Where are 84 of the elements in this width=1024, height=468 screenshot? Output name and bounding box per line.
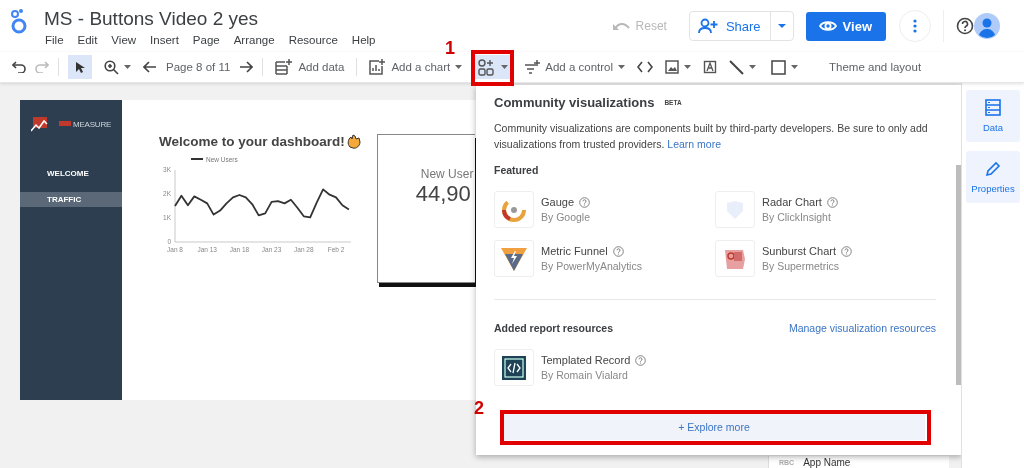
add-person-icon: [697, 18, 718, 34]
image-icon: [665, 60, 679, 74]
section-heading: Added report resources: [494, 322, 614, 334]
avatar-icon[interactable]: [974, 13, 1000, 39]
scorecard-label: New User: [419, 167, 474, 181]
logo-icon: [31, 116, 71, 132]
theme-and-layout-button[interactable]: Theme and layout: [826, 55, 925, 79]
learn-more-link[interactable]: Learn more: [667, 138, 722, 150]
visualization-thumbnail[interactable]: [494, 240, 534, 277]
funnel-icon: [500, 245, 528, 272]
share-button[interactable]: Share: [688, 11, 794, 41]
add-data-button[interactable]: Add data: [272, 55, 348, 79]
page-indicator: Page 8 of 11: [166, 61, 231, 73]
step-number: 2: [474, 398, 484, 419]
caret-icon: [684, 65, 691, 69]
menu-item[interactable]: Help: [351, 34, 376, 46]
next-page-icon[interactable]: [239, 61, 254, 73]
hand-icon: [346, 134, 361, 149]
visualization-thumbnail[interactable]: [494, 349, 534, 386]
logo-text: MEASURE: [73, 119, 112, 129]
menu-item[interactable]: Resource: [288, 34, 338, 46]
square-icon: [771, 59, 786, 75]
visualization-name[interactable]: Sunburst Chart: [762, 245, 836, 257]
nav-item[interactable]: WELCOME: [20, 166, 122, 181]
pointer-icon: [75, 60, 85, 74]
menu-item[interactable]: View: [111, 34, 137, 46]
visualization-thumbnail[interactable]: [715, 240, 755, 277]
line-icon: [729, 59, 744, 75]
visualization-name[interactable]: Gauge: [541, 196, 575, 208]
manage-resources-link[interactable]: Manage visualization resources: [788, 322, 936, 334]
description-text: Community visualizations are components built by third-party developers. Be sure to only add visualizations from trusted providers. Learn more: [494, 121, 929, 152]
visualization-name[interactable]: Metric Funnel: [541, 245, 608, 257]
zoom-icon: [104, 59, 119, 75]
eye-icon: [818, 20, 837, 32]
undo-icon[interactable]: [12, 61, 26, 73]
author-text: By PowerMyAnalytics: [541, 260, 642, 272]
more-icon: [913, 19, 917, 33]
author-text: By Google: [541, 211, 591, 223]
caret-icon: [791, 65, 798, 69]
menu-item[interactable]: Page: [192, 34, 220, 46]
add-control-button[interactable]: Add a control: [521, 55, 628, 79]
code-icon: [502, 355, 526, 380]
author-text: By Supermetrics: [762, 260, 841, 272]
side-panel-tab[interactable]: Properties: [966, 151, 1020, 203]
author-text: By Romain Vialard: [541, 369, 629, 381]
pencil-icon: [985, 160, 1001, 177]
menu-item[interactable]: File: [45, 34, 64, 46]
view-button[interactable]: View: [805, 11, 886, 41]
menu-item[interactable]: Insert: [150, 34, 179, 46]
undo-icon: [612, 21, 631, 31]
side-panel-tab[interactable]: Data: [966, 90, 1020, 142]
help-icon[interactable]: [956, 17, 974, 35]
select-tool[interactable]: [68, 55, 92, 79]
caret-icon[interactable]: [777, 24, 786, 28]
shapes-plus-icon: [478, 58, 497, 76]
menu-item[interactable]: Arrange: [233, 34, 275, 46]
highlight-frame: [471, 50, 514, 86]
chart-plus-icon: [369, 59, 387, 75]
section-heading: Featured: [494, 164, 540, 176]
caret-icon: [618, 65, 625, 69]
text-box-icon[interactable]: [703, 60, 717, 74]
table-icon: [985, 99, 1001, 116]
app-logo-icon[interactable]: [10, 8, 28, 34]
menu-item[interactable]: Edit: [77, 34, 98, 46]
caret-icon: [455, 65, 463, 69]
visualization-name[interactable]: Templated Record: [541, 354, 631, 366]
visualization-thumbnail[interactable]: [494, 191, 534, 228]
table-plus-icon: [275, 59, 294, 75]
scorecard-value: 44,90: [415, 181, 471, 207]
field-name[interactable]: App Name: [803, 456, 851, 468]
caret-icon: [501, 65, 509, 69]
panel-title: Community visualizations: [494, 95, 655, 110]
previous-page-icon[interactable]: [143, 61, 157, 73]
document-title[interactable]: MS - Buttons Video 2 yes: [44, 8, 376, 30]
code-icon[interactable]: [637, 61, 653, 73]
caret-icon: [124, 65, 131, 69]
nav-item[interactable]: TRAFFIC: [20, 192, 122, 207]
filter-plus-icon: [524, 60, 541, 74]
scrollbar[interactable]: [956, 165, 961, 385]
author-text: By ClickInsight: [762, 211, 832, 223]
visualization-name[interactable]: Radar Chart: [762, 196, 822, 208]
dashboard-heading: Welcome to your dashboard!: [159, 134, 345, 149]
explore-more-button[interactable]: + Explore more: [503, 414, 925, 440]
caret-icon: [749, 65, 756, 69]
